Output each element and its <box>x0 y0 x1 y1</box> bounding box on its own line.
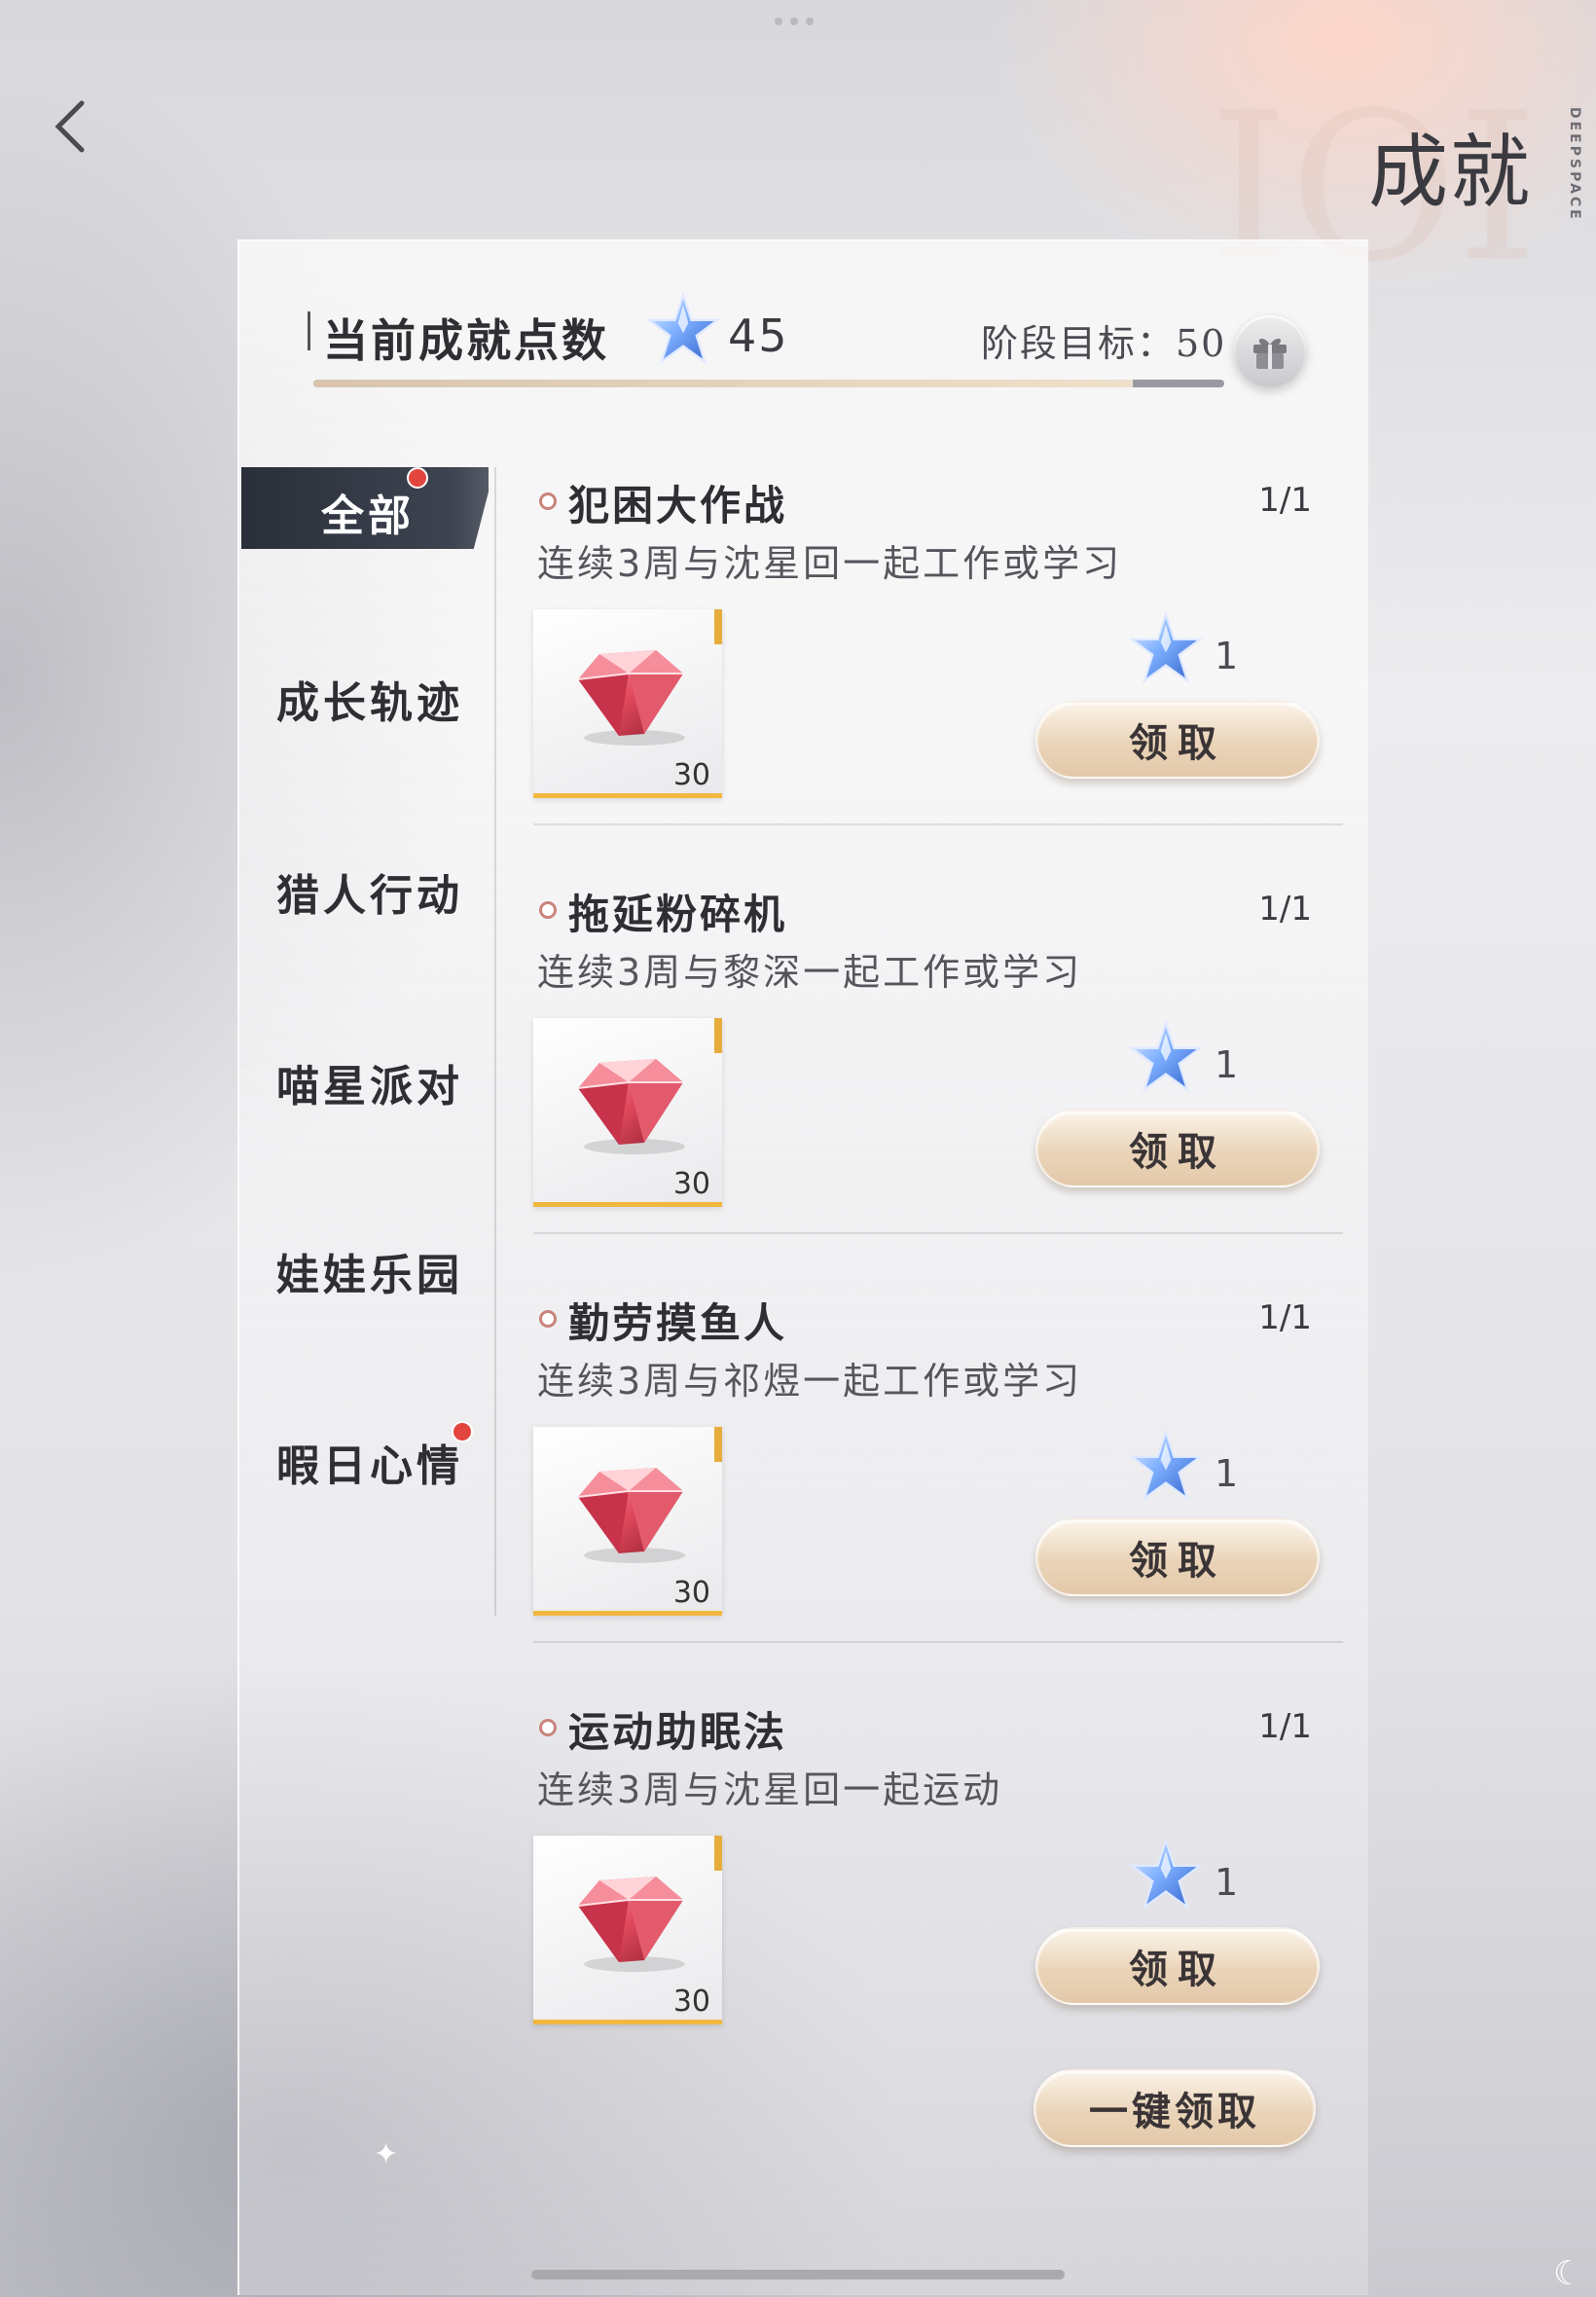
star-reward-count: 1 <box>1215 1452 1239 1495</box>
achievement-progress: 1/1 <box>1258 890 1312 929</box>
sidebar-divider <box>494 467 496 1616</box>
rarity-ribbon <box>714 1018 722 1053</box>
page-title: 成就 <box>1367 127 1532 219</box>
divider <box>533 1232 1343 1234</box>
rarity-line <box>533 2020 722 2024</box>
achievement-name: 运动助眠法 <box>568 1708 788 1756</box>
header-accent-line <box>308 311 310 350</box>
achievement-progress: 1/1 <box>1258 1298 1312 1337</box>
progress-fill <box>313 380 1134 387</box>
star-reward-count: 1 <box>1215 1861 1239 1904</box>
gift-button[interactable] <box>1234 315 1306 387</box>
blue-star-icon <box>1130 1839 1202 1909</box>
moon-icon: ☾ <box>1553 2254 1583 2293</box>
star-reward-count: 1 <box>1215 1043 1239 1086</box>
achievement-name: 拖延粉碎机 <box>568 891 788 938</box>
gift-icon <box>1253 338 1287 369</box>
achievement-desc: 连续3周与祁煜一起工作或学习 <box>537 1360 1083 1403</box>
red-diamond-icon <box>577 1058 686 1155</box>
claim-button[interactable]: 领取 <box>1035 701 1320 779</box>
blue-star-icon <box>1130 612 1202 682</box>
reward-item[interactable]: 30 <box>533 1018 722 1207</box>
sparkle-icon: ✦ <box>374 2137 399 2171</box>
sidebar-item-growth[interactable]: 成长轨迹 <box>276 668 463 730</box>
back-button[interactable] <box>49 97 91 156</box>
claim-button[interactable]: 领取 <box>1035 1110 1320 1187</box>
achievement-progress: 1/1 <box>1258 1707 1312 1746</box>
star-reward-count: 1 <box>1215 635 1239 677</box>
red-diamond-icon <box>577 1467 686 1564</box>
sidebar-item-label: 全部 <box>321 492 415 541</box>
bullet-icon <box>539 901 557 919</box>
chevron-left-icon <box>54 100 85 153</box>
notification-badge <box>452 1421 473 1442</box>
reward-quantity: 30 <box>672 1985 710 2019</box>
notification-badge <box>407 467 428 489</box>
reward-item[interactable]: 30 <box>533 609 722 798</box>
sidebar-item-meow-party[interactable]: 喵星派对 <box>276 1051 463 1113</box>
rarity-line <box>533 1202 722 1207</box>
blue-star-icon <box>647 293 719 363</box>
sidebar-item-all[interactable]: 全部 <box>241 467 489 549</box>
points-label: 当前成就点数 <box>323 314 609 367</box>
top-handle-dots[interactable] <box>775 18 821 25</box>
achievement-desc: 连续3周与沈星回一起运动 <box>537 1768 1003 1811</box>
achievement-card: 犯困大作战 1/1 连续3周与沈星回一起工作或学习 30 1 领取 <box>533 467 1343 876</box>
bullet-icon <box>539 1310 557 1328</box>
divider <box>533 823 1343 825</box>
blue-star-icon <box>1130 1430 1202 1500</box>
claim-button[interactable]: 领取 <box>1035 1518 1320 1596</box>
bullet-icon <box>539 492 557 510</box>
rarity-ribbon <box>714 1836 722 1871</box>
sidebar-item-doll-park[interactable]: 娃娃乐园 <box>276 1240 463 1302</box>
home-indicator[interactable] <box>531 2270 1065 2279</box>
achievement-card: 运动助眠法 1/1 连续3周与沈星回一起运动 30 1 领取 <box>533 1694 1343 2102</box>
sidebar-item-hunter[interactable]: 猎人行动 <box>276 860 463 923</box>
stage-goal: 阶段目标：50 <box>981 322 1227 365</box>
reward-item[interactable]: 30 <box>533 1427 722 1616</box>
red-diamond-icon <box>577 1876 686 1973</box>
achievement-progress: 1/1 <box>1258 481 1312 520</box>
rarity-ribbon <box>714 609 722 644</box>
achievement-desc: 连续3周与黎深一起工作或学习 <box>537 951 1083 994</box>
rarity-line <box>533 793 722 798</box>
rarity-ribbon <box>714 1427 722 1462</box>
achievement-card: 勤劳摸鱼人 1/1 连续3周与祁煜一起工作或学习 30 1 领取 <box>533 1285 1343 1694</box>
blue-star-icon <box>1130 1021 1202 1091</box>
points-value: 45 <box>728 310 789 362</box>
achievement-name: 犯困大作战 <box>568 482 788 529</box>
divider <box>533 1641 1343 1643</box>
sidebar-item-holiday-mood[interactable]: 暇日心情 <box>276 1431 463 1493</box>
claim-button[interactable]: 领取 <box>1035 1927 1320 2005</box>
reward-item[interactable]: 30 <box>533 1836 722 2024</box>
achievement-name: 勤劳摸鱼人 <box>568 1299 788 1347</box>
achievement-card: 拖延粉碎机 1/1 连续3周与黎深一起工作或学习 30 1 领取 <box>533 876 1343 1285</box>
reward-quantity: 30 <box>672 758 710 792</box>
bullet-icon <box>539 1719 557 1736</box>
rarity-line <box>533 1611 722 1616</box>
reward-quantity: 30 <box>672 1576 710 1610</box>
achievement-desc: 连续3周与沈星回一起工作或学习 <box>537 542 1123 585</box>
reward-quantity: 30 <box>672 1167 710 1201</box>
red-diamond-icon <box>577 649 686 747</box>
claim-all-button[interactable]: 一键领取 <box>1034 2069 1316 2147</box>
brand-logo: DEEPSPACE <box>1567 107 1582 222</box>
achievement-progress-bar <box>313 380 1224 387</box>
